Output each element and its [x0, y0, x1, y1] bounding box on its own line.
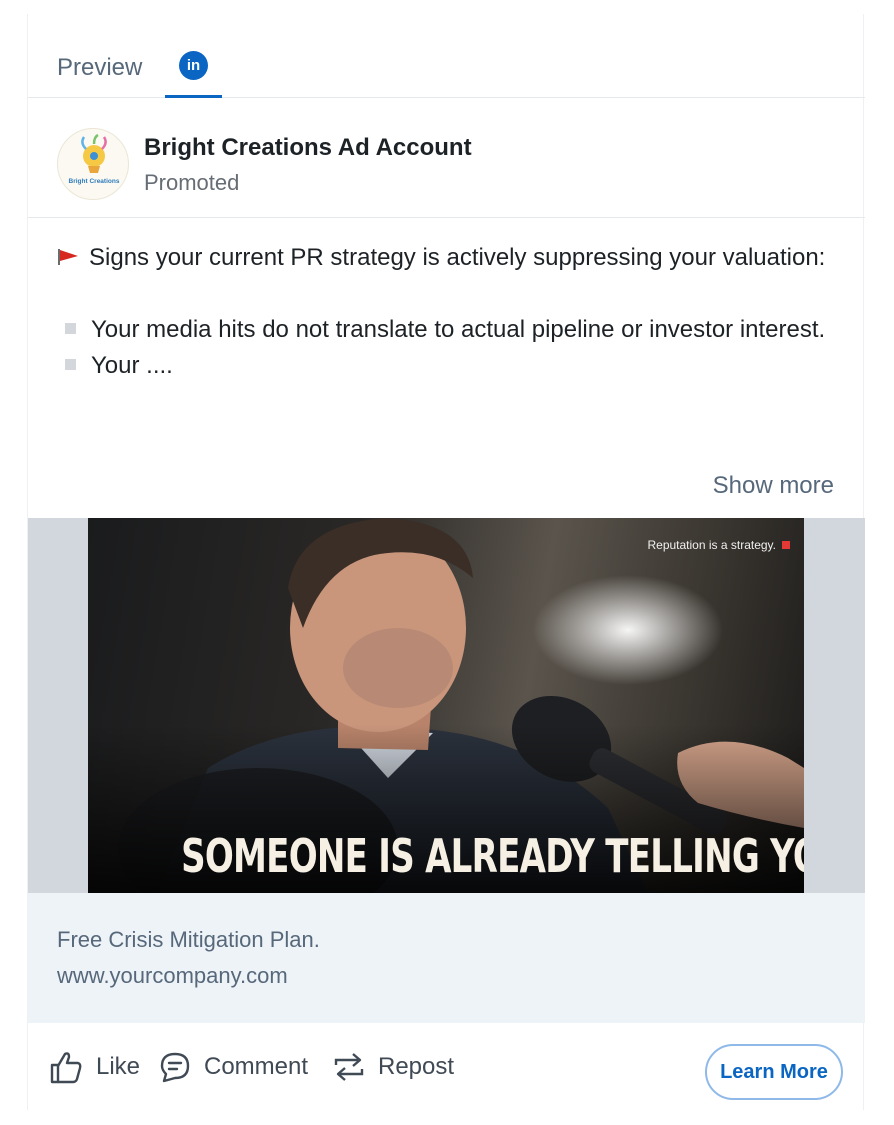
comment-label: Comment	[204, 1053, 309, 1080]
red-square-icon	[782, 541, 790, 549]
like-button[interactable]: Like	[48, 1045, 140, 1089]
repost-label: Repost	[378, 1053, 455, 1080]
comment-button[interactable]: Comment	[158, 1045, 308, 1089]
lightbulb-logo-icon: Bright Creations	[69, 133, 120, 185]
preview-tabs: Preview in	[28, 14, 865, 98]
post-bullet-1: Your media hits do not translate to actu…	[57, 312, 837, 348]
post-line-1-text: Signs your current PR strategy is active…	[89, 244, 826, 271]
link-url: www.yourcompany.com	[57, 963, 288, 988]
link-preview[interactable]: Free Crisis Mitigation Plan. www.yourcom…	[28, 893, 865, 1023]
link-title: Free Crisis Mitigation Plan.	[57, 927, 320, 952]
linkedin-icon: in	[179, 51, 208, 80]
ad-tagline: Reputation is a strategy.	[647, 538, 790, 552]
like-label: Like	[96, 1053, 141, 1080]
post-body: Signs your current PR strategy is active…	[57, 240, 837, 384]
ad-image[interactable]: Reputation is a strategy. SOMEONE IS ALR…	[88, 518, 804, 893]
show-more-link[interactable]: Show more	[713, 472, 834, 500]
post-bullet-2: Your ....	[57, 348, 837, 384]
repost-icon	[334, 1053, 364, 1081]
avatar[interactable]: Bright Creations	[57, 128, 129, 200]
like-icon	[50, 1052, 82, 1084]
ad-preview-card: Preview in Bright Creations Bright Creat…	[27, 14, 865, 1110]
repost-button[interactable]: Repost	[332, 1045, 454, 1089]
post-header: Bright Creations Bright Creations Ad Acc…	[28, 98, 865, 218]
learn-more-button[interactable]: Learn More	[705, 1044, 843, 1100]
account-name[interactable]: Bright Creations Ad Account	[144, 134, 472, 162]
post-bullet-1-text: Your media hits do not translate to actu…	[91, 316, 826, 343]
bullet-icon	[65, 323, 76, 334]
promoted-label: Promoted	[144, 170, 240, 195]
tab-preview[interactable]: Preview	[57, 54, 142, 82]
post-line-1: Signs your current PR strategy is active…	[57, 240, 837, 276]
flag-icon	[58, 249, 78, 265]
tab-linkedin[interactable]: in	[165, 40, 222, 98]
action-bar: Like Comment Repost Learn More	[28, 1023, 865, 1110]
comment-icon	[160, 1052, 190, 1083]
ad-headline: SOMEONE IS ALREADY TELLING YOUR STORY.	[181, 829, 804, 883]
ad-tagline-text: Reputation is a strategy.	[647, 538, 776, 552]
svg-text:Bright Creations: Bright Creations	[69, 178, 120, 185]
post-bullet-2-text: Your ....	[91, 352, 173, 379]
media-container: Reputation is a strategy. SOMEONE IS ALR…	[28, 518, 865, 893]
bullet-icon	[65, 359, 76, 370]
